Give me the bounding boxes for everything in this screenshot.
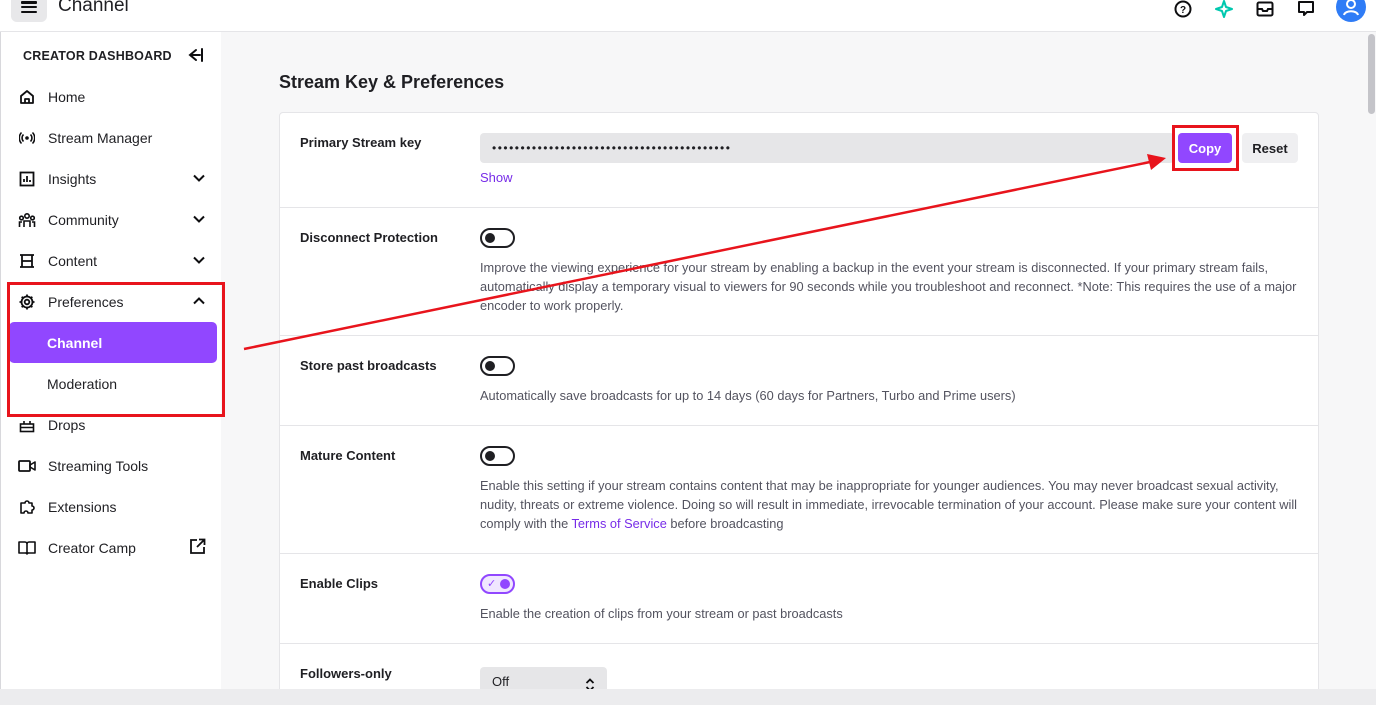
inbox-icon[interactable] (1254, 0, 1276, 20)
chevron-down-icon (192, 253, 206, 270)
collapse-sidebar-icon[interactable] (186, 47, 204, 68)
page-title: Stream Key & Preferences (279, 72, 505, 92)
disconnect-protection-label: Disconnect Protection (300, 230, 438, 245)
hamburger-icon (21, 1, 37, 13)
camera-icon (18, 457, 36, 475)
external-link-icon (189, 538, 206, 558)
sidebar-item-label: Content (48, 252, 98, 269)
stream-key-label: Primary Stream key (300, 135, 422, 150)
help-icon[interactable]: ? (1172, 0, 1194, 20)
disconnect-protection-description: Improve the viewing experience for your … (480, 260, 1297, 313)
stream-key-row: Primary Stream key •••••••••••••••••••••… (280, 113, 1318, 208)
sparkle-icon[interactable] (1213, 0, 1235, 20)
sidebar-item-label: Insights (48, 170, 97, 187)
settings-card: Primary Stream key •••••••••••••••••••••… (279, 112, 1319, 705)
sidebar-item-label: Drops (48, 416, 86, 433)
top-right-actions: ? (1172, 0, 1366, 22)
sidebar-item-home[interactable]: Home (9, 76, 217, 117)
sidebar-item-stream-manager[interactable]: Stream Manager (9, 117, 217, 158)
sidebar-item-label: Home (48, 88, 86, 105)
mature-content-row: Mature Content Enable this setting if yo… (280, 426, 1318, 554)
store-broadcasts-toggle[interactable] (480, 356, 515, 376)
bottom-strip (0, 689, 1376, 705)
home-icon (18, 88, 36, 106)
mature-content-description: Enable this setting if your stream conta… (480, 478, 1298, 531)
sidebar-item-insights[interactable]: Insights (9, 158, 217, 199)
user-avatar[interactable] (1336, 0, 1366, 22)
sidebar-item-label: Extensions (48, 498, 117, 515)
sidebar-item-creator-camp[interactable]: Creator Camp (9, 527, 217, 568)
scrollbar-thumb[interactable] (1368, 34, 1375, 114)
reset-button[interactable]: Reset (1242, 133, 1298, 163)
mature-content-label: Mature Content (300, 448, 396, 463)
vertical-scrollbar[interactable] (1367, 32, 1376, 689)
enable-clips-row: Enable Clips ✓ Enable the creation of cl… (280, 554, 1318, 644)
sidebar-item-label: Streaming Tools (48, 457, 149, 474)
insights-icon (18, 170, 36, 188)
sidebar-item-label: Stream Manager (48, 129, 153, 146)
drops-icon (18, 416, 36, 434)
book-icon (18, 539, 36, 557)
puzzle-icon (18, 498, 36, 516)
store-broadcasts-description: Automatically save broadcasts for up to … (480, 388, 1016, 403)
sidebar-item-extensions[interactable]: Extensions (9, 486, 217, 527)
page-header-title: Channel (58, 0, 129, 16)
followers-only-value: Off (492, 674, 510, 689)
community-icon (18, 211, 36, 229)
store-broadcasts-row: Store past broadcasts Automatically save… (280, 336, 1318, 426)
mature-content-toggle[interactable] (480, 446, 515, 466)
svg-text:?: ? (1180, 5, 1186, 16)
sidebar-item-content[interactable]: Content (9, 240, 217, 281)
hamburger-menu-button[interactable] (11, 0, 47, 22)
broadcast-icon (18, 129, 36, 147)
disconnect-protection-toggle[interactable] (480, 228, 515, 248)
show-stream-key-link[interactable]: Show (480, 170, 513, 185)
stream-key-field[interactable]: ••••••••••••••••••••••••••••••••••••••••… (480, 133, 1174, 163)
store-broadcasts-label: Store past broadcasts (300, 358, 437, 373)
enable-clips-toggle[interactable]: ✓ (480, 574, 515, 594)
checkmark-icon: ✓ (487, 578, 497, 590)
whispers-icon[interactable] (1295, 0, 1317, 20)
chevron-down-icon (192, 171, 206, 188)
sidebar-item-label: Creator Camp (48, 539, 136, 556)
chevron-down-icon (192, 212, 206, 229)
top-bar: Channel ? (0, 0, 1376, 32)
sidebar-item-label: Community (48, 211, 119, 228)
terms-of-service-link[interactable]: Terms of Service (572, 516, 667, 531)
sidebar-item-streaming-tools[interactable]: Streaming Tools (9, 445, 217, 486)
followers-only-label: Followers-only (300, 666, 392, 681)
sidebar-header: CREATOR DASHBOARD (23, 49, 172, 63)
enable-clips-description: Enable the creation of clips from your s… (480, 606, 843, 621)
annotation-highlight-preferences (7, 282, 225, 417)
enable-clips-label: Enable Clips (300, 576, 379, 591)
content-icon (18, 252, 36, 270)
sidebar-item-community[interactable]: Community (9, 199, 217, 240)
disconnect-protection-row: Disconnect Protection Improve the viewin… (280, 208, 1318, 336)
annotation-highlight-copy (1172, 125, 1239, 171)
